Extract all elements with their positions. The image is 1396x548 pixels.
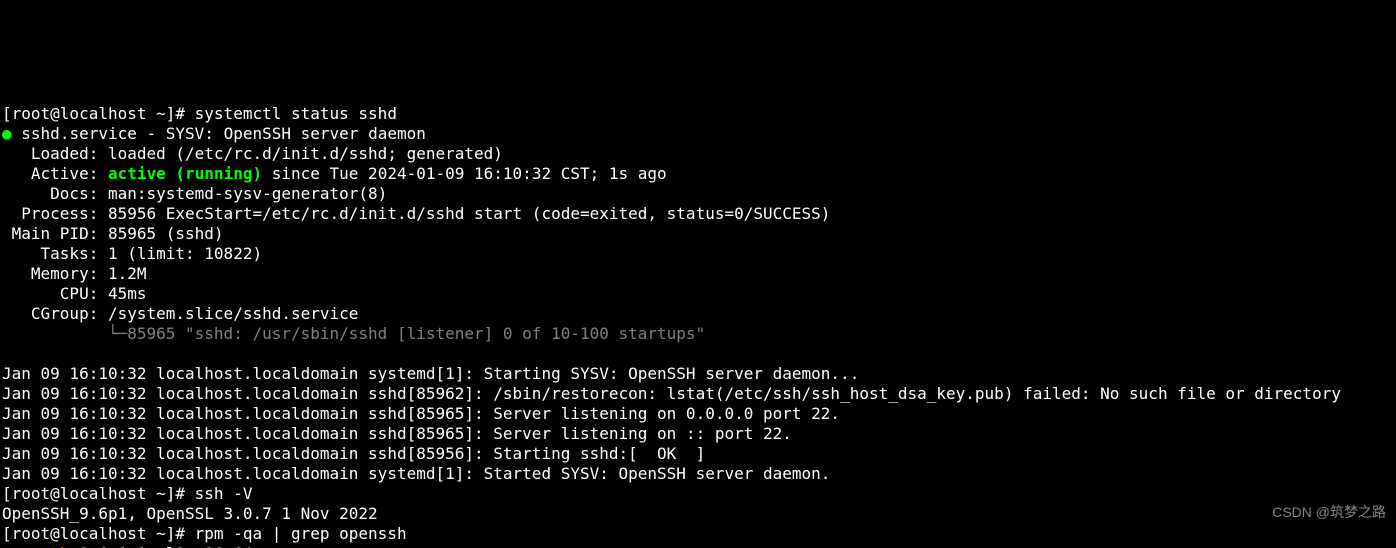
unit-desc: SYSV: OpenSSH server daemon <box>166 124 426 143</box>
prompt-3: [root@localhost ~]# <box>2 524 195 543</box>
cmd-sshv: ssh -V <box>195 484 253 503</box>
docs-line: Docs: man:systemd-sysv-generator(8) <box>2 184 387 203</box>
memory-line: Memory: 1.2M <box>2 264 147 283</box>
log-line-3: Jan 09 16:10:32 localhost.localdomain ss… <box>2 424 792 443</box>
cgroup-child-line: └─85965 "sshd: /usr/sbin/sshd [listener]… <box>2 324 705 343</box>
active-label: Active: <box>2 164 108 183</box>
terminal[interactable]: [root@localhost ~]# systemctl status ssh… <box>0 100 1396 548</box>
status-dot-icon: ● <box>2 124 12 143</box>
rpm-hl-0: openssh <box>2 544 69 548</box>
unit-dash: - <box>137 124 166 143</box>
prompt-2: [root@localhost ~]# <box>2 484 195 503</box>
cmd-status: systemctl status sshd <box>195 104 397 123</box>
loaded-line: Loaded: loaded (/etc/rc.d/init.d/sshd; g… <box>2 144 503 163</box>
cgroup-line: CGroup: /system.slice/sshd.service <box>2 304 358 323</box>
log-line-5: Jan 09 16:10:32 localhost.localdomain sy… <box>2 464 830 483</box>
sshv-output: OpenSSH_9.6p1, OpenSSL 3.0.7 1 Nov 2022 <box>2 504 378 523</box>
process-line: Process: 85956 ExecStart=/etc/rc.d/init.… <box>2 204 830 223</box>
log-line-1: Jan 09 16:10:32 localhost.localdomain ss… <box>2 384 1341 403</box>
log-line-4: Jan 09 16:10:32 localhost.localdomain ss… <box>2 444 705 463</box>
mainpid-line: Main PID: 85965 (sshd) <box>2 224 224 243</box>
cmd-rpm: rpm -qa | grep openssh <box>195 524 407 543</box>
prompt-1: [root@localhost ~]# <box>2 104 195 123</box>
tasks-line: Tasks: 1 (limit: 10822) <box>2 244 262 263</box>
cpu-line: CPU: 45ms <box>2 284 147 303</box>
log-line-2: Jan 09 16:10:32 localhost.localdomain ss… <box>2 404 840 423</box>
unit-name: sshd.service <box>21 124 137 143</box>
log-line-0: Jan 09 16:10:32 localhost.localdomain sy… <box>2 364 859 383</box>
rpm-rest-0: -9.6p1-1.el9.x86_64 <box>69 544 252 548</box>
watermark: CSDN @筑梦之路 <box>1272 502 1386 522</box>
active-since: since Tue 2024-01-09 16:10:32 CST; 1s ag… <box>262 164 667 183</box>
active-value: active (running) <box>108 164 262 183</box>
